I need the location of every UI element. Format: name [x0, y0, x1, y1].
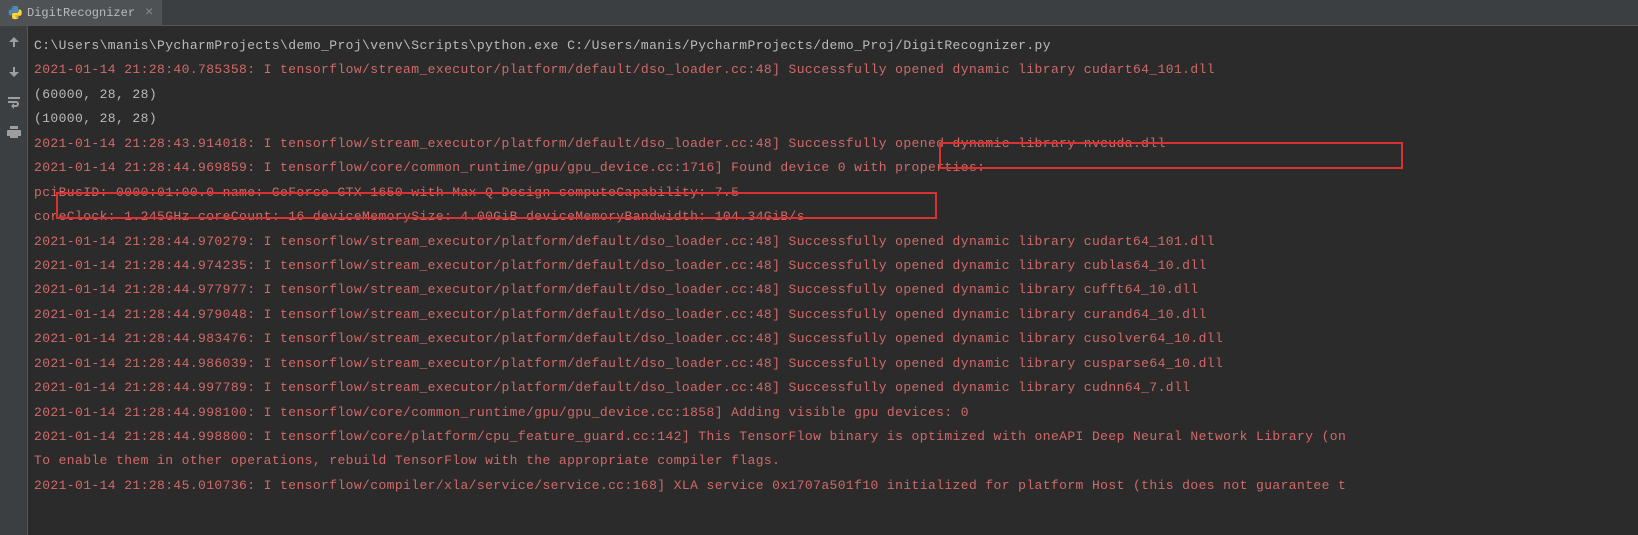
tab-bar: DigitRecognizer ×: [0, 0, 1638, 26]
tab-digit-recognizer[interactable]: DigitRecognizer ×: [0, 0, 162, 25]
console-line: (60000, 28, 28): [34, 83, 1632, 107]
console-line: 2021-01-14 21:28:44.979048: I tensorflow…: [34, 303, 1632, 327]
console-line: 2021-01-14 21:28:44.974235: I tensorflow…: [34, 254, 1632, 278]
close-icon[interactable]: ×: [145, 5, 153, 21]
console-line: 2021-01-14 21:28:40.785358: I tensorflow…: [34, 58, 1632, 82]
console-line: coreClock: 1.245GHz coreCount: 16 device…: [34, 205, 1632, 229]
console-toolbar: [0, 26, 28, 535]
console-line: 2021-01-14 21:28:44.977977: I tensorflow…: [34, 278, 1632, 302]
console-line: 2021-01-14 21:28:44.986039: I tensorflow…: [34, 352, 1632, 376]
console-line: 2021-01-14 21:28:44.998100: I tensorflow…: [34, 401, 1632, 425]
main-container: C:\Users\manis\PycharmProjects\demo_Proj…: [0, 26, 1638, 535]
wrap-icon[interactable]: [6, 94, 22, 110]
console-output[interactable]: C:\Users\manis\PycharmProjects\demo_Proj…: [28, 26, 1638, 535]
console-line: 2021-01-14 21:28:44.997789: I tensorflow…: [34, 376, 1632, 400]
python-icon: [8, 6, 22, 20]
up-arrow-icon[interactable]: [6, 34, 22, 50]
console-line: 2021-01-14 21:28:44.983476: I tensorflow…: [34, 327, 1632, 351]
console-line: (10000, 28, 28): [34, 107, 1632, 131]
console-line: To enable them in other operations, rebu…: [34, 449, 1632, 473]
console-line: 2021-01-14 21:28:44.998800: I tensorflow…: [34, 425, 1632, 449]
console-line: 2021-01-14 21:28:44.969859: I tensorflow…: [34, 156, 1632, 180]
console-line: 2021-01-14 21:28:43.914018: I tensorflow…: [34, 132, 1632, 156]
print-icon[interactable]: [6, 124, 22, 140]
console-line: C:\Users\manis\PycharmProjects\demo_Proj…: [34, 34, 1632, 58]
console-line: pciBusID: 0000:01:00.0 name: GeForce GTX…: [34, 181, 1632, 205]
console-line: 2021-01-14 21:28:45.010736: I tensorflow…: [34, 474, 1632, 498]
down-arrow-icon[interactable]: [6, 64, 22, 80]
console-line: 2021-01-14 21:28:44.970279: I tensorflow…: [34, 230, 1632, 254]
tab-label: DigitRecognizer: [27, 6, 135, 20]
